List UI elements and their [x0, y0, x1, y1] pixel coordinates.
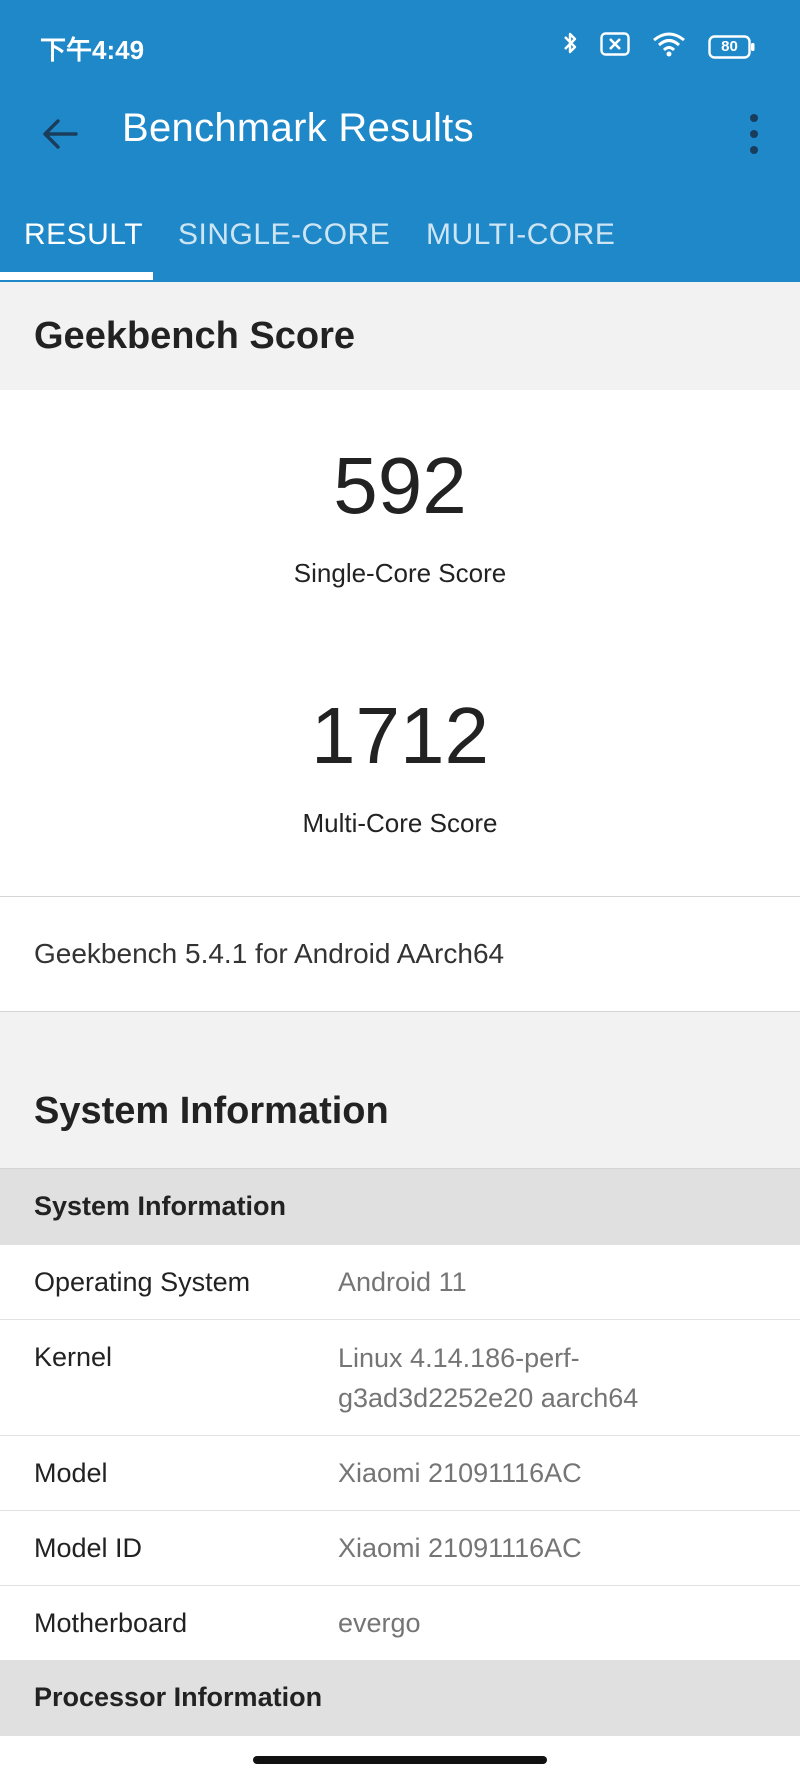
- tab-bar: RESULT SINGLE-CORE MULTI-CORE: [0, 206, 800, 282]
- sim-off-icon: [600, 32, 630, 61]
- more-options-icon[interactable]: [742, 108, 766, 160]
- info-row-model-id: Model ID Xiaomi 21091116AC: [0, 1511, 800, 1586]
- geekbench-score-header: Geekbench Score: [0, 282, 800, 391]
- score-area: 592 Single-Core Score 1712 Multi-Core Sc…: [0, 390, 800, 896]
- multi-core-score-value: 1712: [311, 691, 489, 780]
- single-core-score-value: 592: [333, 441, 467, 530]
- info-value: Xiaomi 21091116AC: [338, 1533, 582, 1563]
- info-key: Operating System: [34, 1267, 251, 1297]
- bluetooth-icon: [562, 30, 578, 63]
- battery-icon: 80: [708, 34, 756, 59]
- single-core-score-label: Single-Core Score: [293, 558, 507, 588]
- system-information-title: System Information: [34, 1090, 389, 1132]
- geekbench-score-title: Geekbench Score: [34, 315, 356, 357]
- wifi-icon: [652, 31, 686, 62]
- info-row-motherboard: Motherboard evergo: [0, 1586, 800, 1660]
- info-value-kernel: Linux 4.14.186-perf- g3ad3d2252e20 aarch…: [338, 1338, 778, 1418]
- status-bar: 下午4:49 80: [0, 0, 800, 96]
- status-icons: 80: [562, 30, 756, 63]
- battery-level: 80: [721, 37, 738, 55]
- page-title: Benchmark Results: [122, 106, 474, 150]
- tab-single-core[interactable]: SINGLE-CORE: [178, 218, 390, 252]
- info-key: Model: [34, 1458, 108, 1488]
- tab-result[interactable]: RESULT: [24, 218, 143, 252]
- info-value-line: g3ad3d2252e20 aarch64: [338, 1383, 639, 1413]
- info-value: Android 11: [338, 1267, 467, 1297]
- home-indicator[interactable]: [253, 1756, 547, 1764]
- info-row-operating-system: Operating System Android 11: [0, 1245, 800, 1320]
- geekbench-version: Geekbench 5.4.1 for Android AArch64: [34, 938, 505, 969]
- multi-core-score-label: Multi-Core Score: [302, 808, 498, 838]
- info-key: Model ID: [34, 1533, 143, 1563]
- info-key: Kernel: [34, 1342, 113, 1372]
- info-value: Xiaomi 21091116AC: [338, 1458, 582, 1488]
- system-information-subheader: System Information: [0, 1169, 800, 1245]
- info-value-line: Linux 4.14.186-perf-: [338, 1343, 580, 1373]
- info-key: Motherboard: [34, 1608, 188, 1638]
- app-bar: 下午4:49 80 Benchmark Results RESULT SINGL…: [0, 0, 800, 282]
- divider: [0, 896, 800, 897]
- status-time: 下午4:49: [40, 35, 145, 65]
- toolbar: Benchmark Results: [0, 86, 800, 186]
- subheader-label: Processor Information: [34, 1682, 323, 1712]
- subheader-label: System Information: [34, 1191, 287, 1221]
- info-row-model: Model Xiaomi 21091116AC: [0, 1436, 800, 1511]
- info-value: evergo: [338, 1608, 421, 1638]
- tab-indicator: [0, 272, 153, 280]
- tab-multi-core[interactable]: MULTI-CORE: [426, 218, 615, 252]
- system-information-header: System Information: [0, 1012, 800, 1169]
- back-arrow-icon[interactable]: [36, 110, 84, 158]
- processor-information-subheader: Processor Information: [0, 1660, 800, 1736]
- info-row-kernel: Kernel Linux 4.14.186-perf- g3ad3d2252e2…: [0, 1320, 800, 1436]
